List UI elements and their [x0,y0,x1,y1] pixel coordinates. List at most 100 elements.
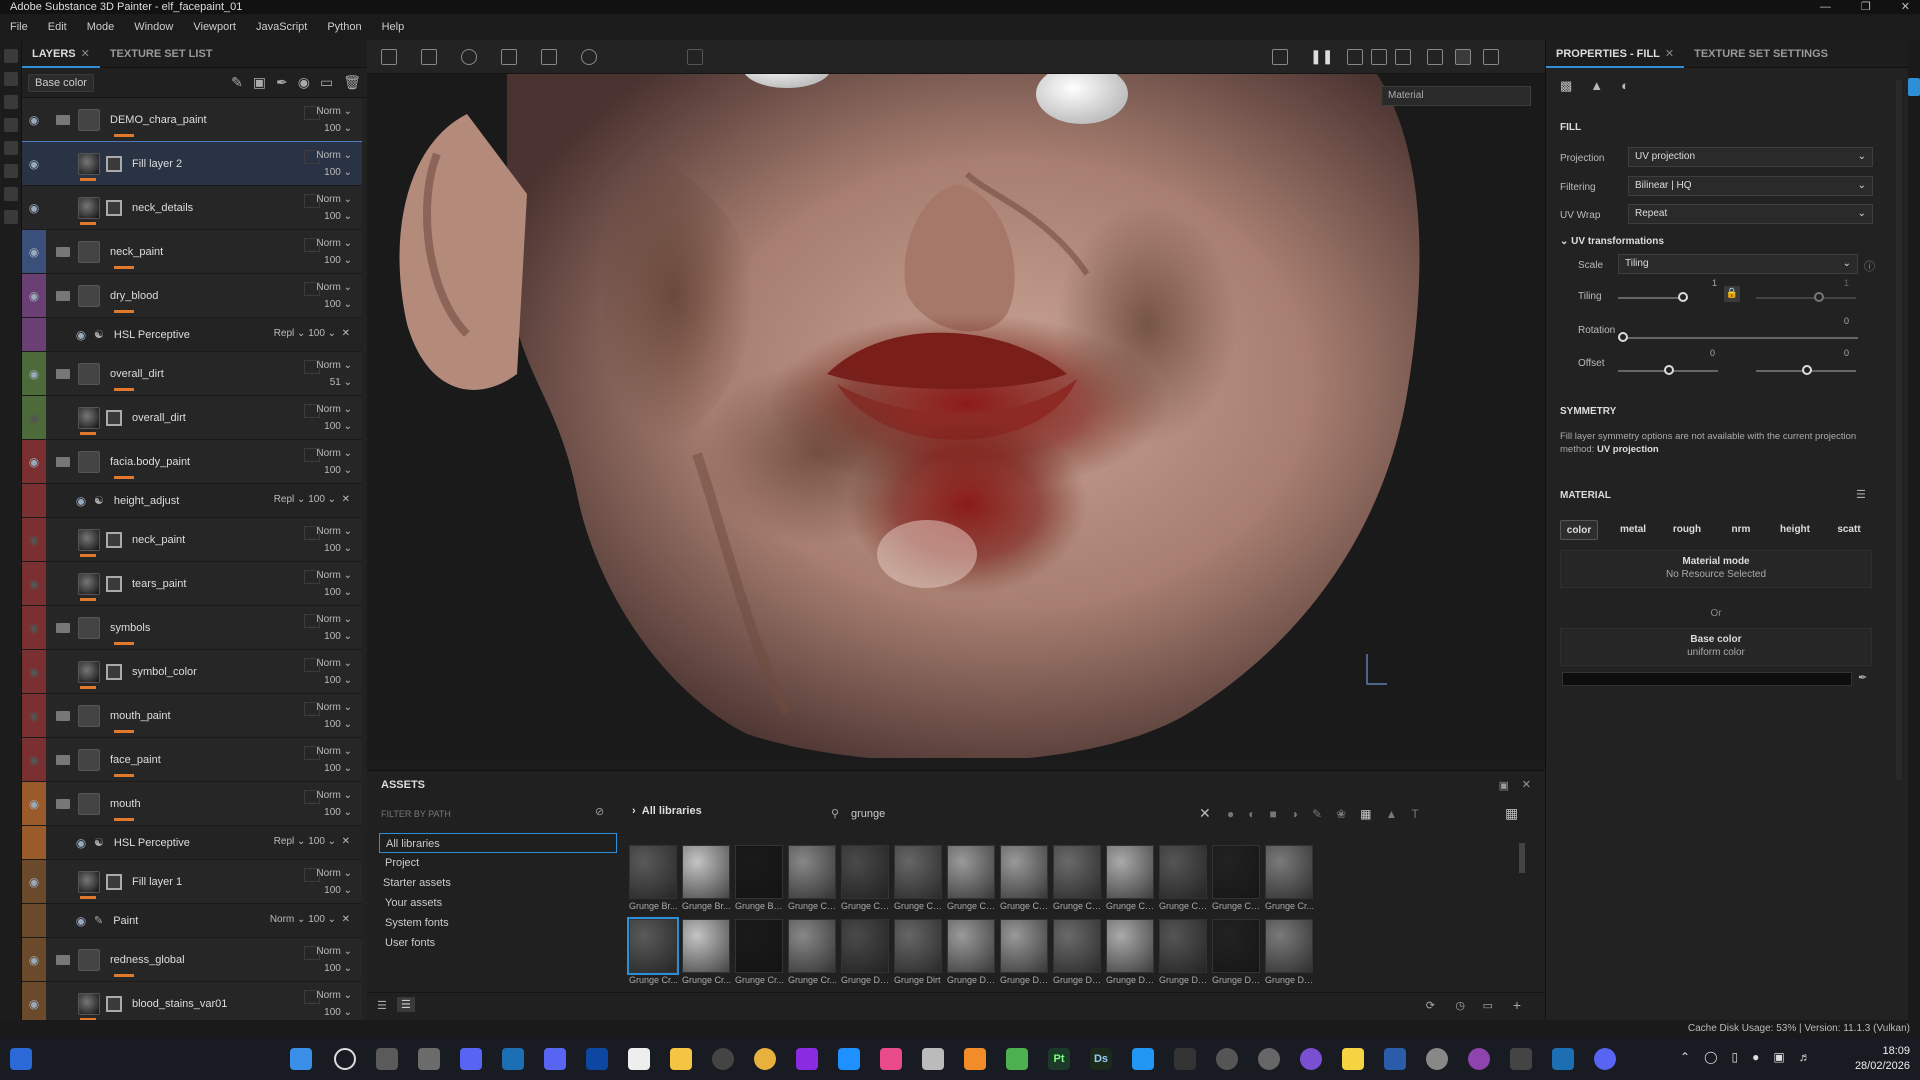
mirror-icon[interactable] [461,49,477,65]
filtering-select[interactable]: Bilinear | HQ ⌄ [1628,176,1873,196]
layer-row[interactable]: ◉ facia.body_paint Norm ⌄ 100 ⌄ [22,440,362,484]
close-icon[interactable]: ✕ [81,48,90,60]
list-view-icon[interactable]: ☰ [377,999,387,1012]
offset-u-knob[interactable] [1664,365,1674,375]
app-blue2-icon[interactable] [1132,1048,1154,1070]
visibility-eye-icon[interactable]: ◉ [27,753,41,767]
projection-select[interactable]: UV projection ⌄ [1628,147,1873,167]
asset-tile[interactable]: Grunge Dir... [1159,919,1209,991]
visibility-eye-icon[interactable]: ◉ [27,455,41,469]
video-camera-icon[interactable] [1395,49,1411,65]
layer-row[interactable]: ◉ mouth_paint Norm ⌄ 100 ⌄ [22,694,362,738]
layer-blend[interactable]: Norm ⌄ 100 ⌄ [316,987,352,1020]
uv-transformations-heading[interactable]: ⌄ UV transformations [1560,236,1664,247]
brush-mode-icon[interactable] [1455,49,1471,65]
layer-row[interactable]: ◉ tears_paint Norm ⌄ 100 ⌄ [22,562,362,606]
asset-tile[interactable]: Grunge Co... [947,845,997,917]
layer-row[interactable]: ◉ neck_paint Norm ⌄ 100 ⌄ [22,518,362,562]
layer-blend[interactable]: Norm ⌄ 100 ⌄ [316,787,352,821]
scrollbar[interactable] [1896,80,1902,780]
layer-row[interactable]: ◉ blood_stains_var01 Norm ⌄ 100 ⌄ [22,982,362,1020]
menu-item-edit[interactable]: Edit [38,21,77,33]
visibility-eye-icon[interactable]: ◉ [27,201,41,215]
windows-start-icon[interactable] [290,1048,312,1070]
filter-filters-icon[interactable]: ◑ [1291,807,1298,821]
transform-icon[interactable] [541,49,557,65]
unity-icon[interactable] [1216,1048,1238,1070]
filter-procedurals-icon[interactable]: ▦ [1360,807,1371,821]
channel-toggle-scatt[interactable]: scatt [1830,520,1868,540]
asset-tile[interactable]: Grunge Dir... [1265,919,1315,991]
material-mode-select[interactable]: Material [1381,86,1531,106]
asset-tile[interactable]: Grunge Co... [894,845,944,917]
asset-tile[interactable]: Grunge Dir... [1212,919,1262,991]
layer-blend[interactable]: Norm ⌄ 100 ⌄ [316,655,352,689]
layer-row[interactable]: ◉ ☯ HSL Perceptive Repl ⌄ 100 ⌄ ✕ [22,318,362,352]
splitter[interactable] [367,758,1545,770]
tiling-u-knob[interactable] [1678,292,1688,302]
asset-tile[interactable]: Grunge Dir... [1106,919,1156,991]
folder-icon[interactable] [56,290,70,301]
clone-icon[interactable] [4,164,18,178]
layer-row[interactable]: ◉ symbol_color Norm ⌄ 100 ⌄ [22,650,362,694]
app-purple-icon[interactable] [796,1048,818,1070]
scrollbar[interactable] [1519,843,1525,873]
search-icon[interactable] [334,1048,356,1070]
history-icon[interactable] [581,49,597,65]
smudge-icon[interactable] [4,141,18,155]
app-green-icon[interactable] [1006,1048,1028,1070]
chat-icon[interactable] [544,1048,566,1070]
discord-icon[interactable] [460,1048,482,1070]
layer-blend[interactable]: Norm ⌄ 100 ⌄ [316,567,352,601]
app-icon[interactable] [10,1048,32,1070]
notion-icon[interactable] [628,1048,650,1070]
meta-icon[interactable] [586,1048,608,1070]
library-item[interactable]: Your assets [379,893,617,913]
asset-tile[interactable]: Grunge Dir... [1000,919,1050,991]
folder-icon[interactable] [56,246,70,257]
tiling-v-slider[interactable] [1756,297,1856,299]
geometry-fill-icon[interactable] [4,118,18,132]
asset-tile[interactable]: Grunge Dir... [947,919,997,991]
folder-icon[interactable] [56,622,70,633]
visibility-eye-icon[interactable]: ◉ [27,113,41,127]
filter-textures-icon[interactable]: ■ [1270,807,1277,821]
layer-row[interactable]: ◉ ✎ Paint Norm ⌄ 100 ⌄ ✕ [22,904,362,938]
close-icon[interactable]: ✕ [1665,48,1674,60]
layer-blend[interactable]: Norm ⌄ 51 ⌄ [316,357,352,391]
app-pink-icon[interactable] [880,1048,902,1070]
asset-tile[interactable]: Grunge Cr... [1265,845,1315,917]
visibility-eye-icon[interactable]: ◉ [27,367,41,381]
layer-row[interactable]: ◉ ☯ HSL Perceptive Repl ⌄ 100 ⌄ ✕ [22,826,362,860]
mountain-icon[interactable]: ▲ [1590,78,1603,94]
asset-tile[interactable]: Grunge Br... [682,845,732,917]
eyedropper-icon[interactable]: ✒ [1858,671,1867,684]
clear-search-icon[interactable]: ✕ [1199,805,1211,822]
menu-item-javascript[interactable]: JavaScript [246,21,317,33]
share-icon[interactable] [1908,78,1920,96]
app-blue-icon[interactable] [838,1048,860,1070]
layer-row[interactable]: ◉ DEMO_chara_paint Norm ⌄ 100 ⌄ [22,98,362,142]
app-dark-icon[interactable] [1174,1048,1196,1070]
visibility-eye-icon[interactable]: ◉ [27,157,41,171]
visibility-eye-icon[interactable]: ◉ [74,328,88,342]
add-icon[interactable]: + [1513,997,1521,1013]
hide-icon[interactable] [1272,49,1288,65]
layer-row[interactable]: ◉ face_paint Norm ⌄ 100 ⌄ [22,738,362,782]
visibility-eye-icon[interactable]: ◉ [27,245,41,259]
channel-toggle-metal[interactable]: metal [1614,520,1652,540]
menu-item-window[interactable]: Window [124,21,183,33]
steam2-icon[interactable] [1552,1048,1574,1070]
asset-tile[interactable]: Grunge Dir... [1053,919,1103,991]
filter-toggle-icon[interactable]: ⊘ [595,805,604,818]
app-blue3-icon[interactable] [1384,1048,1406,1070]
projection-icon[interactable] [4,95,18,109]
layer-blend[interactable]: Norm ⌄ 100 ⌄ [316,103,352,137]
visibility-eye-icon[interactable]: ◉ [27,289,41,303]
menu-item-python[interactable]: Python [317,21,371,33]
app-purple2-icon[interactable] [1468,1048,1490,1070]
info-icon[interactable]: ⓘ [1864,258,1875,274]
tab-properties-fill[interactable]: PROPERTIES - FILL ✕ [1546,40,1685,68]
effect-blend[interactable]: Repl ⌄ 100 ⌄ ✕ [274,494,350,505]
asset-tile[interactable]: Grunge Cr... [735,919,785,991]
